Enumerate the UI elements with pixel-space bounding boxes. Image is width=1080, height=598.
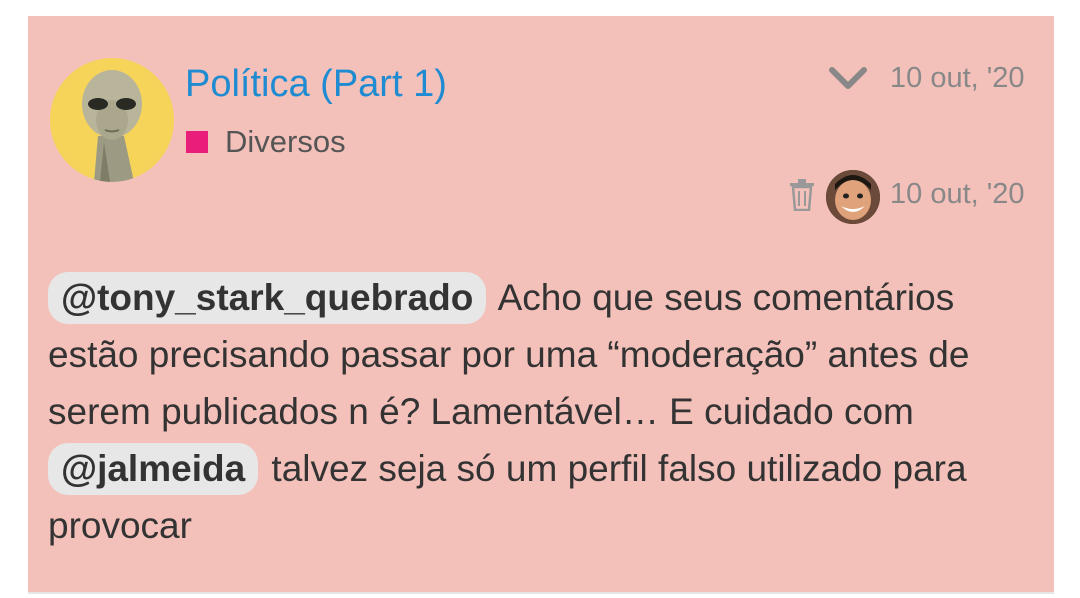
post-date[interactable]: 10 out, '20 — [890, 60, 1025, 96]
post-card: Política (Part 1) Diversos 10 out, '20 1… — [28, 16, 1054, 594]
category-color-square — [186, 131, 208, 153]
mention-tony-stark-quebrado[interactable]: @tony_stark_quebrado — [48, 272, 487, 324]
caricature-avatar-image — [826, 170, 880, 224]
category-badge[interactable]: Diversos — [186, 124, 346, 160]
user-avatar[interactable] — [50, 58, 174, 182]
mention-jalmeida[interactable]: @jalmeida — [48, 443, 259, 495]
edit-date[interactable]: 10 out, '20 — [890, 176, 1025, 212]
editor-avatar[interactable] — [826, 170, 880, 224]
category-label: Diversos — [225, 124, 346, 159]
post-body: @tony_stark_quebrado Acho que seus comen… — [48, 269, 1038, 554]
topic-title[interactable]: Política (Part 1) — [185, 62, 447, 106]
alien-avatar-image — [82, 70, 142, 182]
chevron-down-icon[interactable] — [828, 64, 868, 92]
trash-icon[interactable] — [789, 179, 815, 211]
